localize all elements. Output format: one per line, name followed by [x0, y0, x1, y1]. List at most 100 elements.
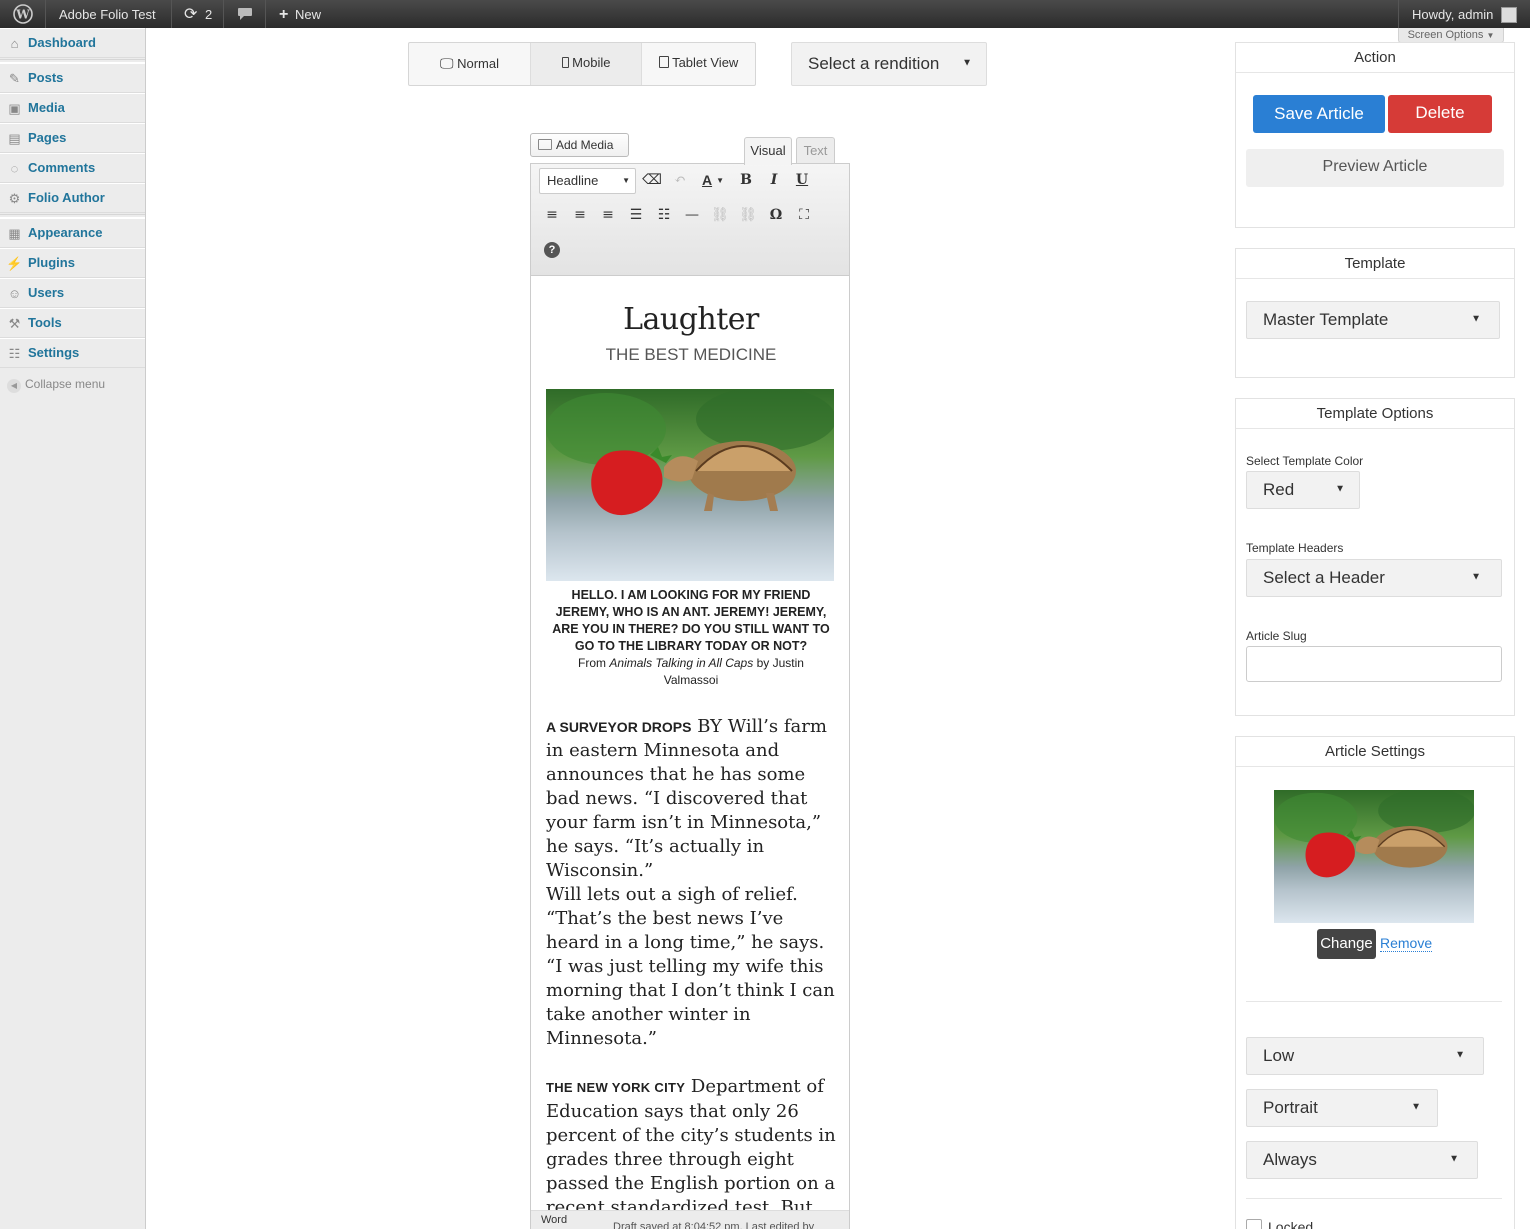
- mobile-view-button[interactable]: Mobile: [531, 43, 642, 85]
- article-editor: Headline ▼ ⌫ ↶ A ▼ B I U ≡ ≡ ≡ ☰ ☷ — ⛓ ⛓ …: [530, 163, 850, 1229]
- sidebar-item-dashboard[interactable]: ⌂ Dashboard: [0, 28, 145, 58]
- sidebar-item-appearance[interactable]: ▦ Appearance: [0, 218, 145, 248]
- article-thumbnail-image: [1274, 790, 1474, 923]
- template-color-select[interactable]: Red ▼: [1246, 471, 1360, 509]
- special-character-icon[interactable]: Ω: [765, 204, 787, 226]
- tablet-icon: [658, 56, 669, 68]
- admin-sidebar: ⌂ Dashboard ✎ Posts ▣ Media ▤ Pages ◌ Comment…: [0, 28, 146, 1229]
- delete-button[interactable]: Delete: [1388, 95, 1492, 133]
- template-panel: Template Master Template ▼: [1235, 248, 1515, 378]
- panel-title: Template Options: [1236, 399, 1514, 429]
- sidebar-item-pages[interactable]: ▤ Pages: [0, 123, 145, 153]
- article-content[interactable]: Laughter THE BEST MEDICINE HELLO. I AM L…: [546, 277, 836, 1229]
- gear-icon: ⚙: [8, 190, 21, 206]
- bullet-list-icon[interactable]: ☰: [625, 204, 647, 226]
- refresh-icon: ⟳: [184, 6, 198, 24]
- my-account-link[interactable]: Howdy, admin: [1398, 0, 1530, 28]
- caret-down-icon: ▼: [622, 176, 630, 185]
- wordpress-logo-icon[interactable]: W: [0, 0, 46, 28]
- text-color-icon[interactable]: A ▼: [697, 169, 729, 191]
- panel-title: Article Settings: [1236, 737, 1514, 767]
- caret-down-icon: ▼: [1471, 571, 1481, 583]
- frequency-select[interactable]: Always ▼: [1246, 1141, 1478, 1179]
- new-content-link[interactable]: + New: [266, 0, 336, 28]
- preview-article-button[interactable]: Preview Article: [1246, 149, 1504, 187]
- sidebar-item-plugins[interactable]: ⚡ Plugins: [0, 248, 145, 278]
- editor-toolbar: Headline ▼ ⌫ ↶ A ▼ B I U ≡ ≡ ≡ ☰ ☷ — ⛓ ⛓ …: [531, 164, 849, 276]
- image-credit: From Animals Talking in All Caps by Just…: [578, 656, 804, 687]
- tab-text[interactable]: Text: [796, 137, 835, 164]
- add-media-button[interactable]: Add Media: [530, 133, 629, 157]
- add-media-icon: [538, 139, 552, 150]
- template-headers-select[interactable]: Select a Header ▼: [1246, 559, 1502, 597]
- link-icon[interactable]: ⛓: [709, 204, 731, 226]
- locked-checkbox-row[interactable]: Locked: [1246, 1219, 1313, 1229]
- numbered-list-icon[interactable]: ☷: [653, 204, 675, 226]
- help-icon[interactable]: ?: [541, 239, 563, 261]
- appearance-icon: ▦: [8, 225, 21, 241]
- align-right-icon[interactable]: ≡: [597, 204, 619, 226]
- article-slug-label: Article Slug: [1246, 629, 1307, 643]
- sidebar-item-settings[interactable]: ☷ Settings: [0, 338, 145, 368]
- plus-icon: +: [279, 6, 289, 24]
- eraser-icon[interactable]: ⌫: [641, 169, 663, 191]
- save-article-button[interactable]: Save Article: [1253, 95, 1385, 133]
- sidebar-item-media[interactable]: ▣ Media: [0, 93, 145, 123]
- panel-title: Action: [1236, 43, 1514, 73]
- article-paragraph: A SURVEYOR DROPS BY Will’s farm in easte…: [546, 716, 827, 881]
- horizontal-rule-icon[interactable]: —: [681, 204, 703, 226]
- plug-icon: ⚡: [6, 255, 23, 271]
- sidebar-item-folio-author[interactable]: ⚙ Folio Author: [0, 183, 145, 213]
- align-left-icon[interactable]: ≡: [541, 204, 563, 226]
- home-icon: ⌂: [10, 35, 19, 51]
- action-panel: Action Save Article Delete Preview Artic…: [1235, 42, 1515, 228]
- tab-visual[interactable]: Visual: [744, 137, 792, 165]
- draft-saved-status: Draft saved at 8:04:52 pm. Last edited b…: [613, 1221, 815, 1229]
- align-center-icon[interactable]: ≡: [569, 204, 591, 226]
- word-count-label: Word: [541, 1214, 568, 1226]
- view-mode-toggle: 🖵 Normal Mobile Tablet View: [408, 42, 756, 86]
- collapse-menu-button[interactable]: ◀ Collapse menu: [7, 377, 105, 393]
- normal-view-button[interactable]: 🖵 Normal: [409, 43, 531, 85]
- article-slug-input[interactable]: [1246, 646, 1502, 682]
- sidebar-item-posts[interactable]: ✎ Posts: [0, 63, 145, 93]
- avatar: [1501, 6, 1518, 23]
- caret-down-icon: ▼: [962, 57, 972, 69]
- underline-icon[interactable]: U: [791, 169, 813, 191]
- settings-icon: ☷: [8, 345, 21, 361]
- panel-title: Template: [1236, 249, 1514, 279]
- undo-icon[interactable]: ↶: [669, 169, 691, 191]
- caret-down-icon: ▼: [1411, 1101, 1421, 1113]
- tablet-view-button[interactable]: Tablet View: [642, 43, 755, 85]
- template-select[interactable]: Master Template ▼: [1246, 301, 1500, 339]
- comments-bubble-icon[interactable]: [224, 0, 266, 28]
- change-image-button[interactable]: Change: [1317, 929, 1376, 959]
- format-select[interactable]: Headline ▼: [539, 168, 636, 194]
- site-name-link[interactable]: Adobe Folio Test: [46, 0, 172, 28]
- updates-link[interactable]: ⟳ 2: [172, 0, 224, 28]
- sidebar-item-comments[interactable]: ◌ Comments: [0, 153, 145, 183]
- tools-icon: ⚒: [8, 315, 21, 331]
- article-paragraph: Will lets out a sigh of relief. “That’s …: [546, 884, 835, 1049]
- unlink-icon[interactable]: ⛓: [737, 204, 759, 226]
- caret-down-icon: ▼: [1455, 1049, 1465, 1061]
- locked-checkbox[interactable]: [1246, 1219, 1262, 1229]
- rendition-select[interactable]: Select a rendition ▼: [791, 42, 987, 86]
- quality-select[interactable]: Low ▼: [1246, 1037, 1484, 1075]
- page-icon: ▤: [8, 130, 21, 146]
- sidebar-item-tools[interactable]: ⚒ Tools: [0, 308, 145, 338]
- italic-icon[interactable]: I: [763, 169, 785, 191]
- media-icon: ▣: [8, 100, 21, 116]
- users-icon: ☺: [7, 285, 22, 301]
- sidebar-item-users[interactable]: ☺ Users: [0, 278, 145, 308]
- divider: [1246, 1001, 1502, 1002]
- screen-options-toggle[interactable]: Screen Options ▼: [1398, 28, 1504, 43]
- phone-icon: [561, 57, 569, 68]
- orientation-select[interactable]: Portrait ▼: [1246, 1089, 1438, 1127]
- fullscreen-icon[interactable]: ⛶: [793, 204, 815, 226]
- remove-image-link[interactable]: Remove: [1380, 935, 1433, 952]
- template-headers-label: Template Headers: [1246, 541, 1344, 555]
- template-color-label: Select Template Color: [1246, 454, 1364, 468]
- desktop-icon: 🖵: [439, 55, 454, 71]
- bold-icon[interactable]: B: [735, 169, 757, 191]
